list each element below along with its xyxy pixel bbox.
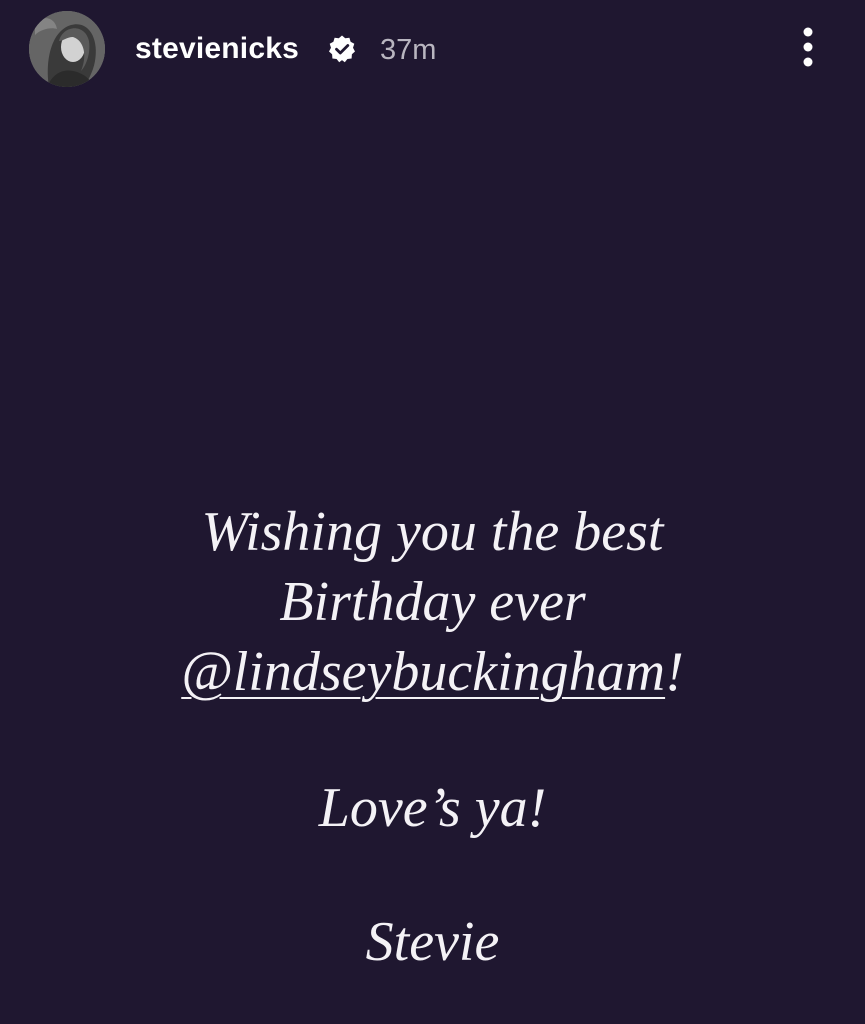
story-timestamp: 37m	[380, 34, 437, 66]
avatar[interactable]	[29, 11, 105, 87]
mention-suffix: !	[665, 641, 684, 703]
story-header: stevienicks 37m	[0, 0, 865, 100]
avatar-photo	[29, 11, 105, 87]
signature: Stevie	[365, 911, 500, 973]
story-viewer[interactable]: stevienicks 37m Wishing you the best Bir…	[0, 0, 865, 1024]
verified-badge-icon	[329, 35, 355, 63]
username[interactable]: stevienicks	[135, 30, 299, 68]
mention-link[interactable]: @lindseybuckingham	[181, 641, 665, 703]
more-vertical-icon[interactable]	[788, 22, 828, 72]
message-line-3: @lindseybuckingham!	[0, 639, 865, 705]
message-line-2: Birthday ever	[279, 571, 586, 633]
message-line-4: Love’s ya!	[318, 777, 547, 839]
message-line-1: Wishing you the best	[201, 501, 664, 563]
